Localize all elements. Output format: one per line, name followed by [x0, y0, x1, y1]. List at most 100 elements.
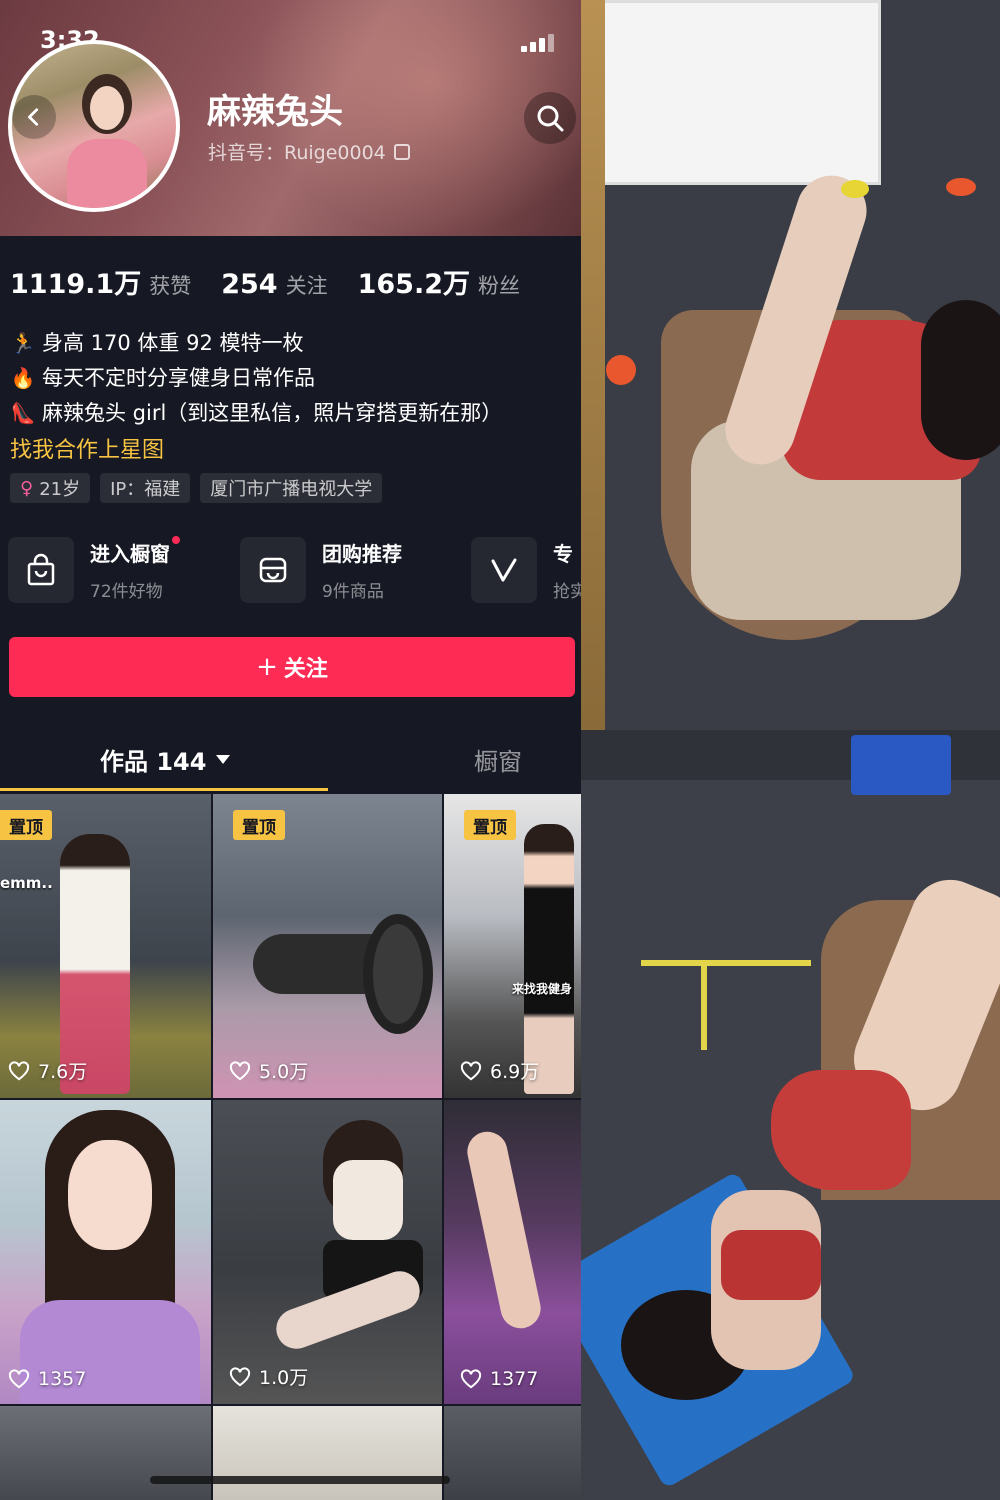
active-tab-indicator — [0, 788, 328, 791]
stat-following-value: 254 — [221, 269, 278, 300]
notification-dot — [172, 536, 180, 544]
heart-icon — [460, 1060, 482, 1080]
video-thumbnail[interactable]: 置顶 来找我健身 6.9万 — [444, 794, 581, 1098]
blue-soft-box — [851, 735, 951, 795]
stat-following-label: 关注 — [285, 274, 328, 298]
stat-likes-label: 获赞 — [149, 274, 192, 298]
special-title: 专 — [553, 542, 573, 566]
douyin-profile-screen: 3:32 麻辣兔头 抖音号：Ruige0004 1119.1万 获赞 254 关… — [0, 0, 581, 1500]
tab-window[interactable]: 橱窗 — [474, 742, 522, 777]
thumbnail-face — [68, 1140, 152, 1250]
video-thumbnail[interactable] — [444, 1406, 581, 1500]
runner-icon: 🏃 — [10, 331, 36, 355]
stat-likes-value: 1119.1万 — [10, 269, 142, 300]
tab-works-label: 作品 144 — [100, 748, 207, 776]
ip-tag: IP：福建 — [100, 473, 191, 503]
video-thumbnail[interactable]: 置顶 5.0万 — [213, 794, 442, 1098]
group-buy-entry[interactable]: 团购推荐 9件商品 — [240, 534, 402, 606]
video-likes: 1357 — [8, 1368, 86, 1390]
video-likes: 5.0万 — [229, 1057, 308, 1084]
video-thumbnail[interactable]: 1377 — [444, 1100, 581, 1404]
school-tag[interactable]: 厦门市广播电视大学 — [200, 473, 383, 503]
follow-button[interactable]: + 关注 — [9, 637, 575, 697]
likes-count: 6.9万 — [490, 1061, 540, 1083]
thumbnail-figure — [524, 824, 574, 1094]
bio-line: 🔥 每天不定时分享健身日常作品 — [10, 361, 575, 396]
douyin-id-text: 抖音号：Ruige0004 — [208, 142, 386, 164]
video-thumbnail[interactable]: 1.0万 — [213, 1100, 442, 1404]
search-icon — [537, 105, 564, 132]
likes-count: 5.0万 — [259, 1061, 309, 1083]
group-buy-title: 团购推荐 — [322, 542, 402, 566]
pinned-badge: 置顶 — [464, 810, 516, 840]
video-likes: 6.9万 — [460, 1057, 539, 1084]
gym-photo-top — [581, 0, 1000, 730]
caret-down-icon — [216, 755, 231, 764]
floor-dot — [606, 355, 636, 385]
shop-row: 进入橱窗 72件好物 团购推荐 9件商品 专 抢实 — [8, 534, 581, 606]
stat-likes[interactable]: 1119.1万 获赞 — [10, 262, 191, 301]
shop-window-count: 72件好物 — [90, 582, 163, 602]
video-thumbnail[interactable]: 置顶 emm.. 7.6万 — [0, 794, 211, 1098]
shop-window-entry[interactable]: 进入橱窗 72件好物 — [8, 534, 180, 606]
star-map-link[interactable]: 找我合作上星图 — [10, 431, 575, 471]
floor-dot — [841, 180, 869, 198]
chevron-left-icon — [28, 108, 39, 126]
group-buy-icon — [240, 537, 306, 603]
stat-following[interactable]: 254 关注 — [221, 269, 327, 300]
heart-icon — [229, 1060, 251, 1080]
profile-tags: ♀ 21岁 IP：福建 厦门市广播电视大学 — [10, 473, 383, 503]
red-top — [721, 1230, 821, 1300]
hair — [921, 300, 1000, 460]
heart-icon — [460, 1369, 482, 1389]
group-buy-count: 9件商品 — [322, 582, 384, 602]
fire-icon: 🔥 — [10, 366, 36, 390]
gym-photo-bottom — [581, 730, 1000, 1500]
video-overlay-text: emm.. — [0, 874, 53, 892]
douyin-id: 抖音号：Ruige0004 — [208, 138, 410, 165]
video-thumbnail[interactable] — [213, 1406, 442, 1500]
video-likes: 7.6万 — [8, 1057, 87, 1084]
female-icon: ♀ — [20, 477, 34, 499]
floor-line — [701, 960, 707, 1050]
v-icon — [471, 537, 537, 603]
bio-line-text: 麻辣兔头 girl（到这里私信，照片穿搭更新在那） — [42, 401, 503, 425]
likes-count: 7.6万 — [38, 1061, 88, 1083]
white-shelf — [601, 0, 881, 185]
nickname: 麻辣兔头 — [207, 92, 343, 132]
back-button[interactable] — [12, 95, 56, 139]
video-likes: 1.0万 — [229, 1363, 308, 1390]
thumbnail-figure — [60, 834, 130, 1094]
stat-followers-label: 粉丝 — [477, 274, 520, 298]
video-overlay-text: 来找我健身 — [512, 982, 573, 996]
floor-dot — [946, 178, 976, 196]
floor-line — [641, 960, 811, 966]
signal-icon — [521, 30, 581, 52]
bio: 🏃 身高 170 体重 92 模特一枚 🔥 每天不定时分享健身日常作品 👠 麻辣… — [10, 326, 575, 471]
boot-icon: 👠 — [10, 401, 36, 425]
video-thumbnail[interactable]: 1357 — [0, 1100, 211, 1404]
search-button[interactable] — [524, 92, 576, 144]
video-likes: 1377 — [460, 1368, 538, 1390]
copy-icon[interactable] — [393, 143, 410, 160]
likes-count: 1357 — [38, 1368, 87, 1390]
special-sub: 抢实 — [553, 582, 581, 602]
tab-works[interactable]: 作品 144 — [100, 742, 231, 777]
age-text: 21岁 — [39, 479, 81, 500]
stat-followers-value: 165.2万 — [357, 269, 470, 300]
weight-plate — [363, 914, 433, 1034]
plus-icon: + — [256, 652, 278, 682]
red-shorts — [771, 1070, 911, 1190]
bio-line: 🏃 身高 170 体重 92 模特一枚 — [10, 326, 575, 361]
thumbnail-top — [333, 1160, 403, 1240]
video-thumbnail[interactable] — [0, 1406, 211, 1500]
special-entry[interactable]: 专 抢实 — [471, 534, 581, 606]
follow-label: 关注 — [283, 657, 328, 682]
bio-line-text: 身高 170 体重 92 模特一枚 — [42, 331, 304, 355]
pinned-badge: 置顶 — [0, 810, 52, 840]
bio-line: 👠 麻辣兔头 girl（到这里私信，照片穿搭更新在那） — [10, 396, 575, 431]
likes-count: 1377 — [490, 1368, 539, 1390]
stat-followers[interactable]: 165.2万 粉丝 — [358, 262, 520, 301]
bio-line-text: 每天不定时分享健身日常作品 — [42, 366, 315, 390]
heart-icon — [8, 1060, 30, 1080]
